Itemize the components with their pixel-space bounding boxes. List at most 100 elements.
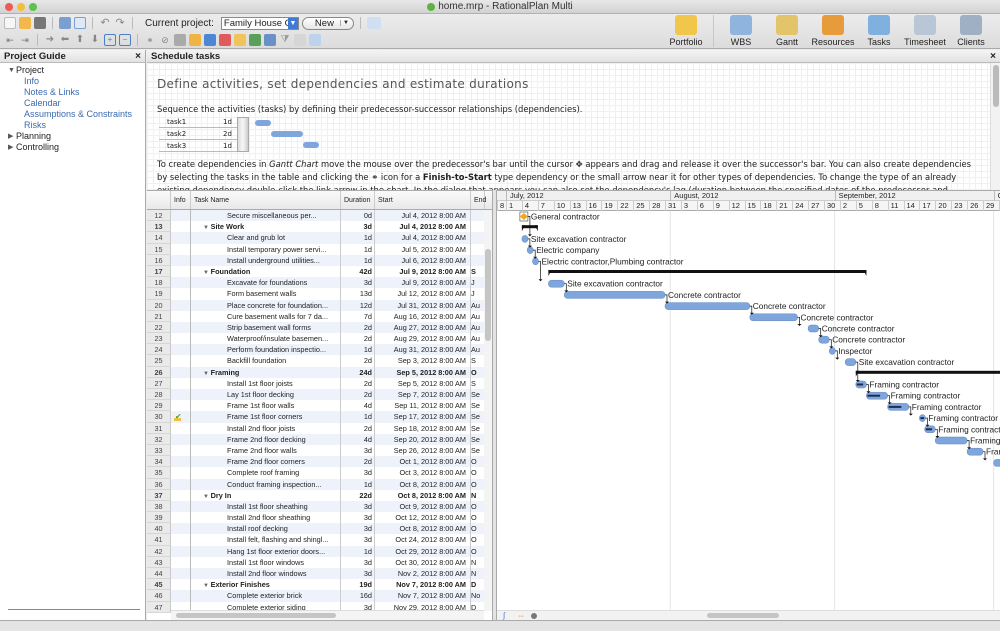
task-name-cell[interactable]: ▼ Exterior Finishes [191,579,341,591]
task-name-cell[interactable]: ▼ Dry In [191,489,341,501]
table-row[interactable]: 38 Install 1st floor sheathing 3d Oct 9, 20… [147,500,492,513]
start-cell[interactable]: Jul 31, 2012 8:00 AM [375,299,471,311]
duration-cell[interactable]: 3d [341,556,375,568]
task-name-cell[interactable]: Frame 2nd floor decking [191,433,341,445]
end-cell[interactable]: O [471,546,485,557]
end-cell[interactable]: Se [471,445,485,456]
end-cell[interactable]: O [471,479,485,490]
new-file-icon[interactable] [4,17,16,29]
task-name-cell[interactable]: Frame 2nd floor walls [191,444,341,457]
duration-cell[interactable]: 3d [341,500,375,513]
end-cell[interactable]: J [471,288,485,299]
task-name-cell[interactable]: Cure basement walls for 7 da... [191,310,341,322]
start-cell[interactable]: Jul 6, 2012 8:00 AM [375,254,471,266]
end-cell[interactable]: Se [471,434,485,445]
start-cell[interactable]: Oct 9, 2012 8:00 AM [375,500,471,513]
minimize-window-button[interactable] [17,3,25,11]
duration-cell[interactable]: 3d [341,534,375,546]
duration-cell[interactable]: 1d [341,254,375,266]
start-cell[interactable]: Oct 12, 2012 8:00 AM [375,512,471,524]
start-cell[interactable]: Oct 3, 2012 8:00 AM [375,467,471,479]
end-cell[interactable]: N [471,490,485,501]
duration-cell[interactable]: 2d [341,333,375,345]
start-cell[interactable]: Jul 4, 2012 8:00 AM [375,232,471,244]
end-cell[interactable]: Au [471,300,485,311]
task-name-cell[interactable]: Complete exterior brick [191,590,341,602]
collapse-triangle-icon[interactable]: ▼ [203,225,211,231]
duration-cell[interactable]: 3d [341,221,375,233]
end-cell[interactable] [471,255,485,266]
view-button-resources[interactable]: Resources [810,15,856,47]
duration-cell[interactable]: 2d [341,355,375,367]
task-name-cell[interactable]: Waterproof/insulate basemen... [191,333,341,345]
duration-cell[interactable]: 1d [341,411,375,423]
task-name-cell[interactable]: ▼ Site Work [191,221,341,233]
table-row[interactable]: 46 Complete exterior brick 16d Nov 7, 2012 … [147,590,492,602]
collapse-triangle-icon[interactable]: ▼ [203,270,211,276]
start-cell[interactable]: Aug 31, 2012 8:00 AM [375,344,471,356]
table-row[interactable]: 32 Frame 2nd floor decking 4d Sep 20, 2012 … [147,433,492,445]
task-name-cell[interactable]: Install 1st floor joists [191,377,341,389]
task-name-cell[interactable]: Lay 1st floor decking [191,389,341,401]
table-row[interactable]: 14 Clear and grub lot 1d Jul 4, 2012 8:00 A… [147,232,492,244]
tree-link[interactable]: Risks [0,120,145,131]
unlink-tasks-icon[interactable]: ⊘ [159,34,171,46]
end-cell[interactable]: S [471,266,485,277]
table-row[interactable]: 25 Backfill foundation 2d Sep 3, 2012 8:00 … [147,355,492,367]
collapsed-triangle-icon[interactable]: ▶ [8,142,16,153]
arrow-left-icon[interactable]: ⬅ [59,34,71,46]
duration-cell[interactable]: 22d [341,489,375,501]
task-name-cell[interactable]: ▼ Framing [191,366,341,378]
table-row[interactable]: 35 Complete roof framing 3d Oct 3, 2012 8:0… [147,467,492,479]
scrollbar-thumb[interactable] [176,613,336,618]
close-icon[interactable]: × [135,50,141,63]
table-row[interactable]: 19 Form basement walls 13d Jul 12, 2012 8:0… [147,288,492,300]
current-project-select[interactable]: Family House Cons ▼ [220,16,299,30]
table-row[interactable]: 16 Install underground utilities... 1d Jul … [147,254,492,266]
start-cell[interactable]: Jul 5, 2012 8:00 AM [375,243,471,255]
table-row[interactable]: 45 ▼ Exterior Finishes 19d Nov 7, 2012 8:00… [147,579,492,591]
table-row[interactable]: 39 Install 2nd floor sheathing 3d Oct 12, 2… [147,512,492,524]
end-cell[interactable]: Au [471,333,485,344]
start-cell[interactable]: Sep 5, 2012 8:00 AM [375,366,471,378]
table-row[interactable]: 13 ▼ Site Work 3d Jul 4, 2012 8:00 AM [147,221,492,233]
collapse-triangle-icon[interactable]: ▼ [203,583,211,589]
email-icon[interactable] [366,17,381,29]
timeline-icon[interactable]: ∫ [503,611,505,620]
duration-cell[interactable]: 0d [341,210,375,222]
start-cell[interactable]: Jul 9, 2012 8:00 AM [375,265,471,278]
properties-icon[interactable] [309,34,321,46]
collapse-all-icon[interactable]: − [119,34,131,46]
duration-cell[interactable]: 4d [341,400,375,412]
duration-cell[interactable]: 42d [341,265,375,278]
view-button-timesheet[interactable]: Timesheet [902,15,948,47]
collapsed-triangle-icon[interactable]: ▶ [8,131,16,142]
open-folder-icon[interactable] [19,17,31,29]
column-header-duration[interactable]: Duration [341,191,375,209]
duration-cell[interactable]: 1d [341,232,375,244]
scrollbar-thumb[interactable] [485,249,491,341]
arrow-down-icon[interactable]: ⬇ [89,34,101,46]
task-name-cell[interactable]: Frame 1st floor corners [191,411,341,423]
task-name-cell[interactable]: Install underground utilities... [191,254,341,266]
collapse-triangle-icon[interactable]: ▼ [203,494,211,500]
end-cell[interactable]: Au [471,344,485,355]
duration-cell[interactable]: 1d [341,545,375,557]
critical-path-icon[interactable] [219,34,231,46]
duration-cell[interactable]: 1d [341,478,375,490]
duration-cell[interactable]: 24d [341,366,375,378]
close-window-button[interactable] [5,3,13,11]
duration-cell[interactable]: 2d [341,456,375,468]
column-header-end[interactable]: End [471,191,486,209]
end-cell[interactable] [471,244,485,255]
view-button-tasks[interactable]: Tasks [856,15,902,47]
end-cell[interactable]: Au [471,311,485,322]
view-button-gantt[interactable]: Gantt [764,15,810,47]
table-row[interactable]: 36 Conduct framing inspection... 1d Oct 8, … [147,478,492,490]
table-row[interactable]: 27 Install 1st floor joists 2d Sep 5, 2012 … [147,377,492,389]
start-cell[interactable]: Nov 7, 2012 8:00 AM [375,590,471,602]
end-cell[interactable]: Se [471,411,485,422]
filter-icon[interactable]: ⧩ [279,34,291,46]
column-header-info[interactable]: Info [171,191,191,209]
start-cell[interactable]: Aug 16, 2012 8:00 AM [375,310,471,322]
